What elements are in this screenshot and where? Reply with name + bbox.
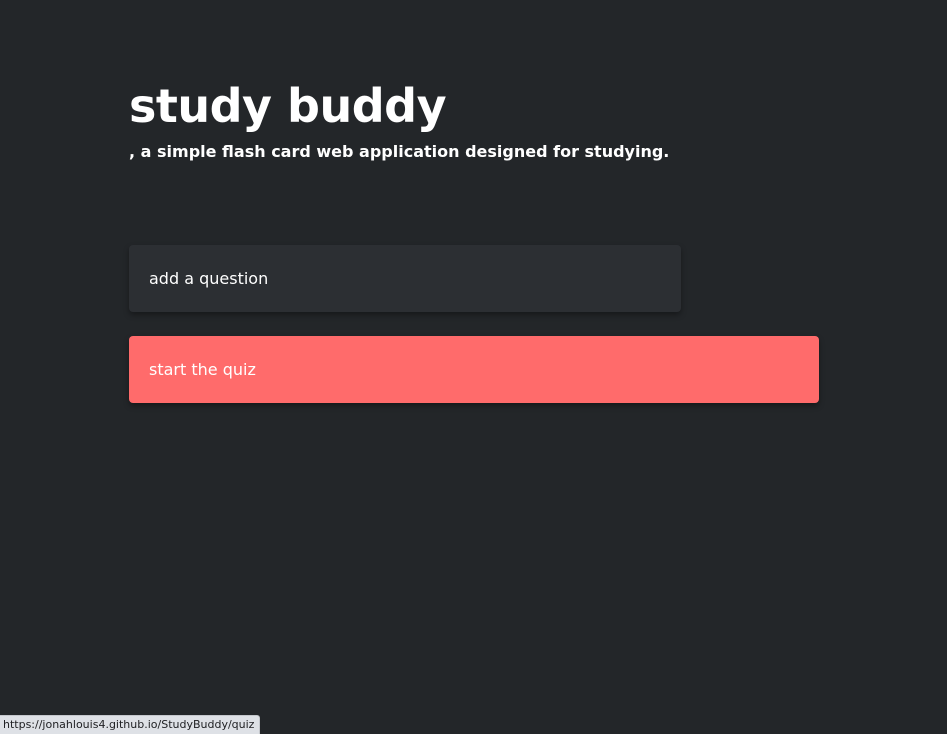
start-quiz-label: start the quiz — [149, 360, 256, 379]
add-question-button[interactable]: add a question — [129, 245, 681, 312]
add-question-label: add a question — [149, 269, 269, 288]
start-quiz-button[interactable]: start the quiz — [129, 336, 819, 403]
link-status-bar: https://jonahlouis4.github.io/StudyBuddy… — [0, 715, 261, 734]
page-subtitle: , a simple flash card web application de… — [129, 142, 670, 161]
page-title: study buddy — [129, 79, 447, 133]
status-url: https://jonahlouis4.github.io/StudyBuddy… — [3, 718, 255, 731]
